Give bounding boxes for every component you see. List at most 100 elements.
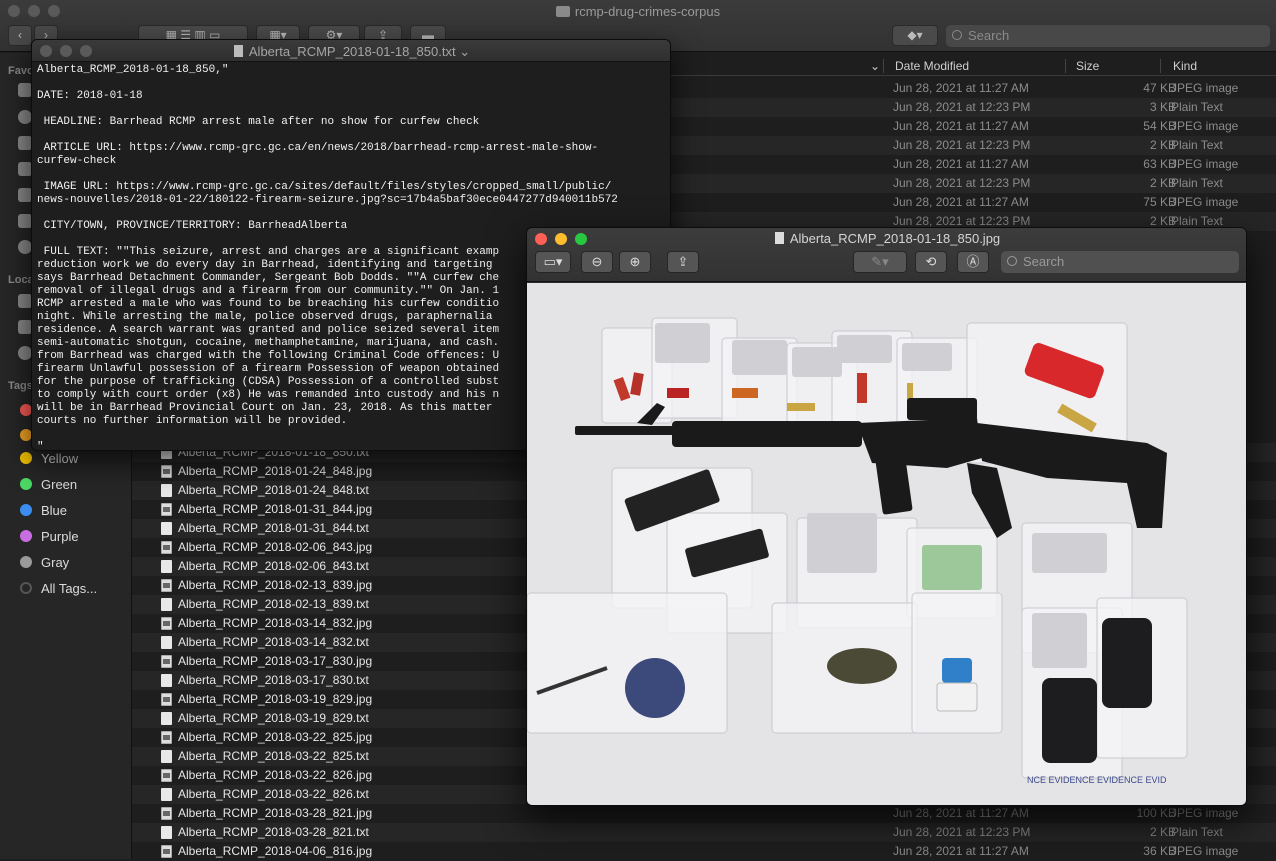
text-line: ARTICLE URL: https://www.rcmp-grc.gc.ca/… [37, 142, 599, 154]
zoom-in-button[interactable]: ⊕ [619, 251, 651, 273]
file-date: Jun 28, 2021 at 12:23 PM [893, 176, 1031, 190]
tag-dot-icon [20, 504, 32, 516]
column-divider [1065, 59, 1066, 73]
tag-dot-icon [20, 556, 32, 568]
tag-purple[interactable]: Purple [20, 529, 79, 549]
text-file-icon [161, 598, 172, 611]
file-size: 54 KB [1143, 119, 1176, 133]
file-size: 47 KB [1143, 81, 1176, 95]
image-file-icon [161, 731, 172, 744]
file-name: Alberta_RCMP_2018-02-06_843.jpg [178, 540, 373, 554]
text-line: Alberta_RCMP_2018-01-18_850," [37, 64, 229, 76]
file-size: 75 KB [1143, 195, 1176, 209]
sidebar-section-locations: Loca [8, 274, 34, 286]
image-file-icon [161, 807, 172, 820]
file-size: 3 KB [1149, 100, 1176, 114]
file-name: Alberta_RCMP_2018-03-19_829.jpg [178, 692, 373, 706]
tag-dot-icon [20, 478, 32, 490]
rifle-handguard [672, 421, 862, 447]
file-kind: JPEG image [1171, 806, 1239, 820]
window-title[interactable]: Alberta_RCMP_2018-01-18_850.txt ⌄ [32, 44, 670, 60]
tag-label: Blue [41, 503, 68, 518]
drug-bag-blue [625, 658, 685, 718]
search-icon [952, 30, 962, 40]
search-field[interactable]: Search [946, 25, 1270, 47]
text-file-icon [161, 484, 172, 497]
text-line [37, 168, 670, 181]
folder-icon [555, 6, 570, 17]
dropbox-icon[interactable] [18, 83, 32, 97]
tag-gray[interactable]: Gray [20, 555, 69, 575]
tag-blue[interactable]: Blue [20, 503, 67, 523]
desktop-icon[interactable] [18, 188, 32, 202]
file-name: Alberta_RCMP_2018-01-31_844.txt [178, 521, 369, 535]
file-row[interactable]: Alberta_RCMP_2018-03-28_821.txt Jun 28, 2… [132, 823, 1276, 842]
file-row[interactable]: Alberta_RCMP_2018-03-28_821.jpg Jun 28, 2… [132, 804, 1276, 823]
file-name: Alberta_RCMP_2018-02-13_839.jpg [178, 578, 373, 592]
file-kind: JPEG image [1171, 844, 1239, 858]
file-date: Jun 28, 2021 at 11:27 AM [893, 195, 1029, 209]
file-kind: Plain Text [1171, 138, 1223, 152]
remote-disc-icon[interactable] [18, 346, 32, 360]
shell [732, 388, 758, 398]
recents-icon[interactable] [18, 136, 32, 150]
text-line [37, 129, 670, 142]
sort-arrow-icon[interactable]: ⌄ [870, 59, 880, 73]
text-line [37, 207, 670, 220]
airdrop-icon[interactable] [18, 110, 32, 124]
dropbox-button[interactable]: ◆▾ [892, 25, 938, 46]
search-field[interactable]: Search [1001, 251, 1239, 273]
text-line: IMAGE URL: https://www.rcmp-grc.gc.ca/si… [37, 181, 612, 193]
column-size[interactable]: Size [1076, 59, 1099, 73]
documents-icon[interactable] [18, 214, 32, 228]
rifle-receiver [857, 418, 982, 468]
markup-pen-button[interactable]: ✎▾ [853, 251, 907, 273]
column-kind[interactable]: Kind [1173, 59, 1197, 73]
document-icon [233, 45, 243, 57]
tag-green[interactable]: Green [20, 477, 77, 497]
tag-label: Purple [41, 529, 79, 544]
zoom-out-button[interactable]: ⊖ [581, 251, 613, 273]
rotate-button[interactable]: ⟲ [915, 251, 947, 273]
column-date-modified[interactable]: Date Modified [895, 59, 969, 73]
file-size: 63 KB [1143, 157, 1176, 171]
file-name: Alberta_RCMP_2018-03-22_825.jpg [178, 730, 373, 744]
image-file-icon [161, 693, 172, 706]
file-kind: Plain Text [1171, 176, 1223, 190]
applications-icon[interactable] [18, 162, 32, 176]
tag-label: All Tags... [41, 581, 98, 596]
text-file-icon [161, 826, 172, 839]
blurred-label [902, 343, 952, 371]
icloud-icon[interactable] [18, 294, 32, 308]
window-title: rcmp-drug-crimes-corpus [0, 4, 1276, 19]
file-date: Jun 28, 2021 at 12:23 PM [893, 138, 1031, 152]
tag-yellow[interactable]: Yellow [20, 451, 78, 471]
disk-icon[interactable] [18, 320, 32, 334]
blurred-label [1032, 533, 1107, 573]
markup-toolbar-button[interactable]: Ⓐ [957, 251, 989, 273]
preview-toolbar: Alberta_RCMP_2018-01-18_850.jpg ▭▾ ⊖ ⊕ ⇪… [527, 228, 1246, 282]
image-file-icon [161, 845, 172, 858]
search-icon [1007, 256, 1017, 266]
file-row[interactable]: Alberta_RCMP_2018-04-06_816.jpg Jun 28, 2… [132, 842, 1276, 861]
blurred-label [655, 323, 710, 363]
evidence-bag [527, 592, 728, 734]
text-line [37, 77, 670, 90]
file-name: Alberta_RCMP_2018-01-31_844.jpg [178, 502, 373, 516]
downloads-icon[interactable] [18, 240, 32, 254]
file-date: Jun 28, 2021 at 11:27 AM [893, 81, 1029, 95]
share-button[interactable]: ⇪ [667, 251, 699, 273]
file-size: 2 KB [1149, 176, 1176, 190]
tag-dot-icon [20, 582, 32, 594]
image-file-icon [161, 769, 172, 782]
tag-all-tags[interactable]: All Tags... [20, 581, 97, 601]
back-button[interactable]: ‹ [8, 25, 32, 46]
blurred-label [807, 513, 877, 573]
sidebar-toggle-button[interactable]: ▭▾ [535, 251, 571, 273]
bullet [787, 403, 815, 411]
text-line: HEADLINE: Barrhead RCMP arrest male afte… [37, 116, 480, 128]
phone [1102, 618, 1152, 708]
chevron-down-icon: ⌄ [455, 44, 471, 59]
image-file-icon [161, 617, 172, 630]
window-title: Alberta_RCMP_2018-01-18_850.jpg [527, 231, 1246, 246]
